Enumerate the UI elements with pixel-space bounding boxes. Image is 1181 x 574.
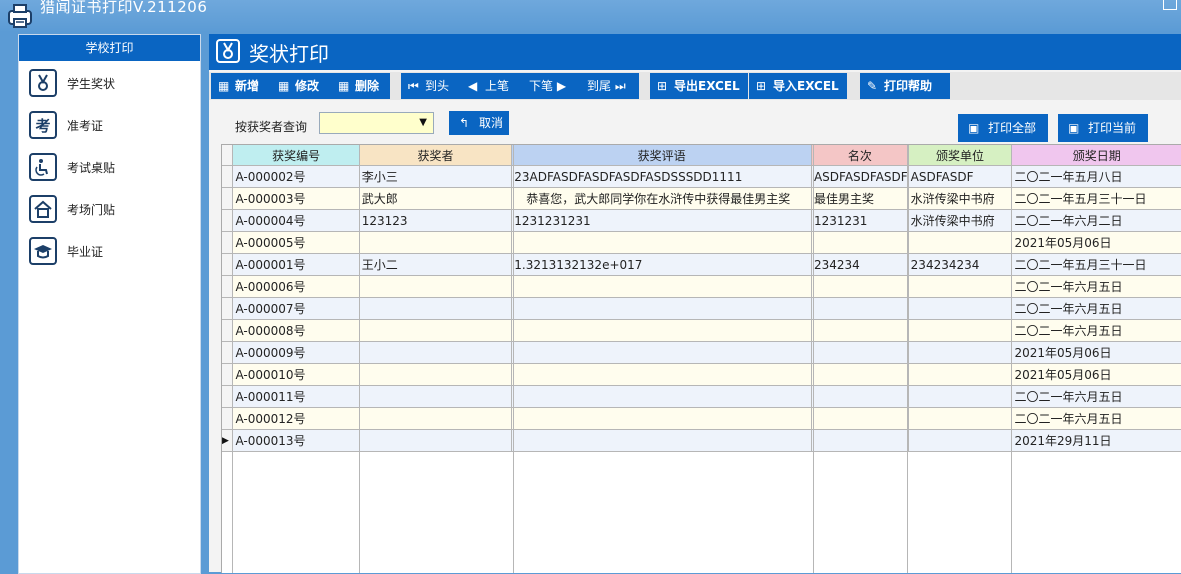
excel-icon: ⊞ (756, 79, 767, 93)
desk-icon (29, 153, 57, 181)
print-current-button[interactable]: ▣ 打印当前 (1058, 114, 1148, 142)
window-restore-button[interactable] (1163, 0, 1177, 10)
export-excel-button[interactable]: ⊞ 导出EXCEL (650, 73, 748, 99)
graduation-cap-icon (29, 237, 57, 265)
grid-column-line (1011, 145, 1012, 573)
skip-first-icon: ⏮ (408, 79, 419, 93)
grid-column-line (359, 145, 360, 573)
add-button[interactable]: ▦ 新增 (211, 73, 271, 99)
grid-icon: ▦ (218, 79, 230, 93)
sidebar-item-label: 考场门贴 (67, 203, 116, 217)
arrow-left-icon: ◀ (468, 79, 478, 93)
sidebar-header[interactable]: 学校打印 (19, 35, 200, 61)
grid-column-line (813, 145, 814, 573)
chevron-down-icon: ▼ (419, 117, 427, 128)
sidebar-item-label: 毕业证 (67, 245, 104, 259)
cancel-button[interactable]: ↰ 取消 (449, 111, 509, 135)
sidebar-item-label: 学生奖状 (67, 77, 116, 91)
delete-button[interactable]: ▦ 删除 (331, 73, 390, 99)
print-icon: ▣ (968, 121, 980, 135)
exam-icon: 考 (29, 111, 57, 139)
search-label: 按获奖者查询 (235, 120, 308, 134)
page-title: 奖状打印 (249, 42, 329, 66)
grid-column-line (513, 145, 514, 573)
sidebar-item-label: 准考证 (67, 119, 104, 133)
grid-background (222, 145, 1181, 573)
skip-last-icon: ⏭ (611, 79, 626, 93)
excel-icon: ⊞ (657, 79, 668, 93)
help-icon: ✎ (867, 79, 878, 93)
sidebar-item-door-label[interactable]: 考场门贴 (29, 195, 189, 225)
grid-column-line (907, 145, 908, 573)
title-bar: 猎闻证书打印V.211206 (0, 0, 1181, 32)
printer-icon (8, 4, 32, 28)
house-icon (29, 195, 57, 223)
last-record-button[interactable]: 到尾 ⏭ (579, 73, 639, 99)
sidebar-item-desk-label[interactable]: 考试桌贴 (29, 153, 189, 183)
medal-icon (216, 39, 240, 63)
toolbar: ▦ 新增 ▦ 修改 ▦ 删除 ⏮ 到头 ◀ 上笔 下笔 ▶ 到尾 ⏭ ⊞ 导出EXCEL ⊞… (209, 72, 1181, 100)
arrow-right-icon: ▶ (553, 79, 567, 93)
grid-icon: ▦ (338, 79, 350, 93)
sidebar-item-award[interactable]: 学生奖状 (29, 69, 189, 99)
main-panel: 奖状打印 ▦ 新增 ▦ 修改 ▦ 删除 ⏮ 到头 ◀ 上笔 下笔 ▶ 到尾 ⏭ ⊞ 导出EX… (209, 34, 1181, 573)
search-dropdown[interactable]: ▼ (319, 112, 434, 134)
print-icon: ▣ (1068, 121, 1080, 135)
medal-icon (29, 69, 57, 97)
sidebar: 学校打印 学生奖状 考 准考证 考试桌贴 考场门贴 毕业证 (18, 34, 201, 574)
import-excel-button[interactable]: ⊞ 导入EXCEL (749, 73, 847, 99)
sidebar-item-diploma[interactable]: 毕业证 (29, 237, 189, 267)
next-record-button[interactable]: 下笔 ▶ (521, 73, 579, 99)
data-grid[interactable]: 获奖编号 获奖者 获奖评语 名次 颁奖单位 颁奖日期 A-000002号 李小三 2… (221, 144, 1181, 573)
grid-icon: ▦ (278, 79, 290, 93)
sidebar-item-admission-ticket[interactable]: 考 准考证 (29, 111, 189, 141)
grid-column-line (232, 145, 233, 573)
app-title: 猎闻证书打印V.211206 (40, 0, 208, 16)
print-all-button[interactable]: ▣ 打印全部 (958, 114, 1048, 142)
sidebar-item-label: 考试桌贴 (67, 161, 116, 175)
edit-button[interactable]: ▦ 修改 (271, 73, 331, 99)
panel-header: 奖状打印 (209, 34, 1181, 70)
prev-record-button[interactable]: ◀ 上笔 (461, 73, 521, 99)
first-record-button[interactable]: ⏮ 到头 (401, 73, 461, 99)
print-help-button[interactable]: ✎ 打印帮助 (860, 73, 950, 99)
undo-icon: ↰ (459, 116, 470, 130)
